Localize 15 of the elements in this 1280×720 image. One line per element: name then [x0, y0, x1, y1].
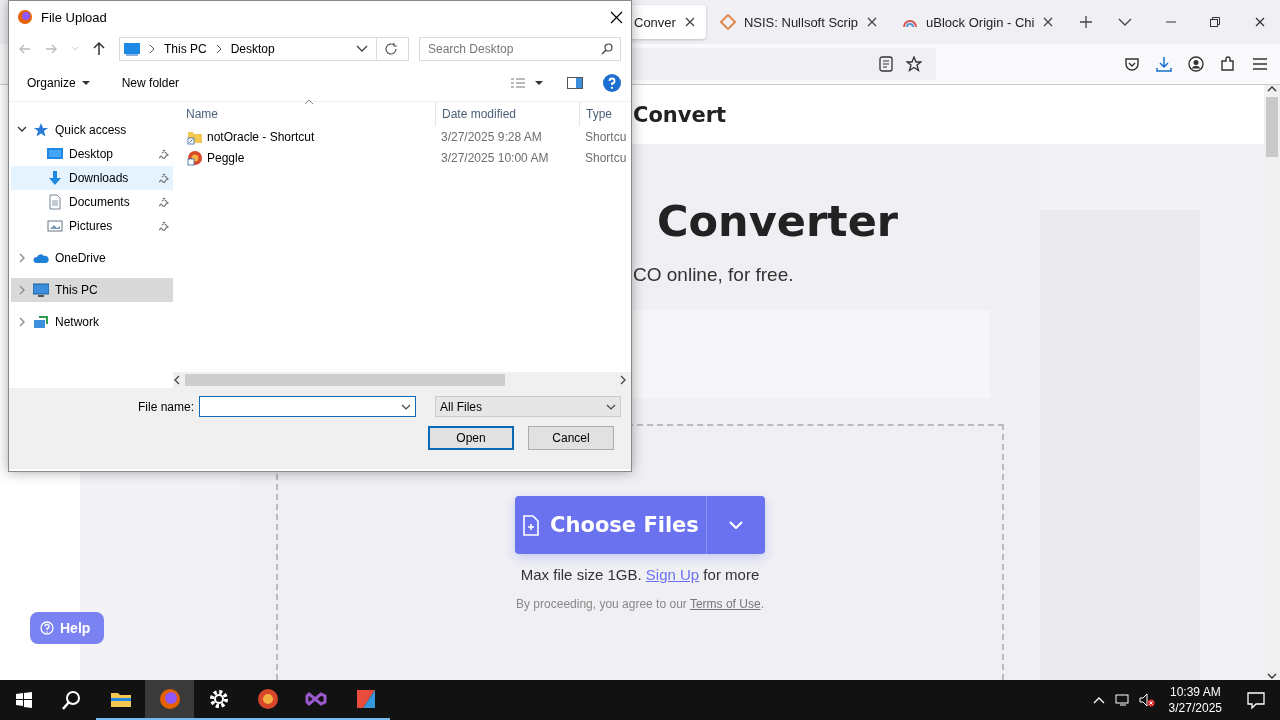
page-heading: Converter: [657, 196, 900, 246]
file-name: notOracle - Shortcut: [207, 129, 315, 144]
terms-note: By proceeding, you agree to our Terms of Use.: [516, 597, 764, 611]
file-size-note: Max file size 1GB. Sign Up for more: [520, 566, 760, 583]
page-title: Convert: [633, 102, 727, 127]
file-date: 3/27/2025 10:00 AM: [440, 150, 550, 165]
file-type: Shortcu: [584, 129, 628, 144]
file-name: Peggle: [207, 150, 245, 165]
file-name-label: File name:: [138, 399, 195, 414]
file-date: 3/27/2025 9:28 AM: [440, 129, 543, 144]
clock-time: 10:39 AM: [1169, 684, 1221, 700]
file-type: Shortcu: [584, 150, 628, 165]
clock-date: 3/27/2025: [1168, 700, 1222, 716]
dialog-title: File Upload: [41, 9, 107, 25]
page-subtitle: CO online, for free.: [633, 264, 795, 286]
